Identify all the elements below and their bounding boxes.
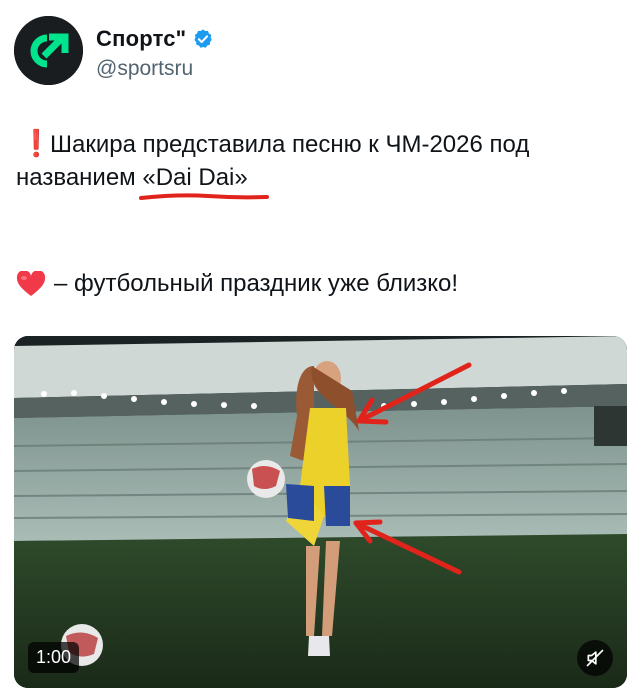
account-handle[interactable]: @sportsru (96, 57, 193, 81)
video-duration-badge: 1:00 (28, 642, 80, 673)
post-text-line-3-content: – футбольный праздник уже близко! (54, 270, 459, 297)
sports-logo-icon (14, 16, 83, 85)
verified-badge-icon (194, 29, 213, 48)
muted-speaker-icon (586, 649, 604, 667)
tweet-post[interactable]: Спортс" @sportsru ❗Шакира представила пе… (0, 0, 640, 698)
account-avatar[interactable] (14, 16, 83, 85)
video-player[interactable]: 1:00 (14, 336, 627, 688)
red-heart-icon (16, 271, 46, 296)
video-frame (14, 336, 627, 688)
post-text-line-3: – футбольный праздник уже близко! (16, 269, 458, 299)
post-text-line-2: названием «Dai Dai» (16, 164, 248, 191)
red-underline-annotation (139, 193, 269, 200)
post-text-line-1: ❗Шакира представила песню к ЧМ-2026 под (16, 128, 529, 160)
display-name-text: Спортс" (96, 26, 187, 51)
mute-toggle-button[interactable] (577, 640, 613, 676)
post-text-line-1-content: Шакира представила песню к ЧМ-2026 под (50, 131, 530, 158)
display-name[interactable]: Спортс" (96, 26, 214, 52)
red-exclamation-icon: ❗ (20, 128, 53, 158)
